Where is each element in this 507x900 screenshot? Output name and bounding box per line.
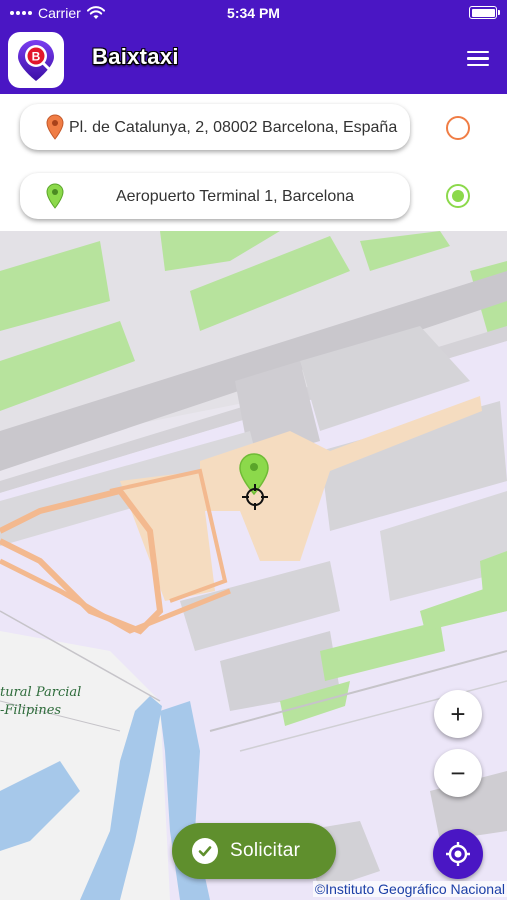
request-button[interactable]: Solicitar <box>172 823 336 879</box>
destination-pin-icon <box>46 183 64 209</box>
status-bar: Carrier 5:34 PM <box>0 0 507 26</box>
zoom-in-button[interactable]: + <box>434 690 482 738</box>
origin-pin-icon <box>46 114 64 140</box>
request-button-label: Solicitar <box>230 840 301 861</box>
destination-radio[interactable] <box>446 184 470 208</box>
battery-icon <box>469 6 500 19</box>
origin-address-text: Pl. de Catalunya, 2, 08002 Barcelona, Es… <box>69 118 398 136</box>
zoom-out-button[interactable]: − <box>434 749 482 797</box>
map-base-layer <box>0 231 507 900</box>
hamburger-menu-icon[interactable] <box>465 48 491 70</box>
map-view[interactable]: tural Parcial -Filipines + − Solicitar ©… <box>0 231 507 900</box>
park-label-line1: tural Parcial <box>0 685 82 700</box>
park-label-line2: -Filipines <box>0 703 62 718</box>
map-attribution[interactable]: ©Instituto Geográfico Nacional <box>312 881 507 897</box>
destination-address-field[interactable]: Aeropuerto Terminal 1, Barcelona <box>20 173 410 219</box>
origin-radio[interactable] <box>446 116 470 140</box>
taxi-search-logo-icon: B <box>18 40 54 81</box>
address-panel: Pl. de Catalunya, 2, 08002 Barcelona, Es… <box>0 94 507 231</box>
app-title: Baixtaxi <box>92 44 179 69</box>
my-location-icon <box>446 842 470 866</box>
crosshair-icon <box>242 484 268 510</box>
status-time: 5:34 PM <box>227 5 280 21</box>
logo-letter: B <box>32 50 41 64</box>
destination-address-text: Aeropuerto Terminal 1, Barcelona <box>115 187 355 205</box>
app-logo: B <box>8 32 64 88</box>
app-bar: B Baixtaxi <box>0 26 507 94</box>
check-circle-icon <box>192 838 218 864</box>
origin-address-field[interactable]: Pl. de Catalunya, 2, 08002 Barcelona, Es… <box>20 104 410 150</box>
my-location-button[interactable] <box>433 829 483 879</box>
